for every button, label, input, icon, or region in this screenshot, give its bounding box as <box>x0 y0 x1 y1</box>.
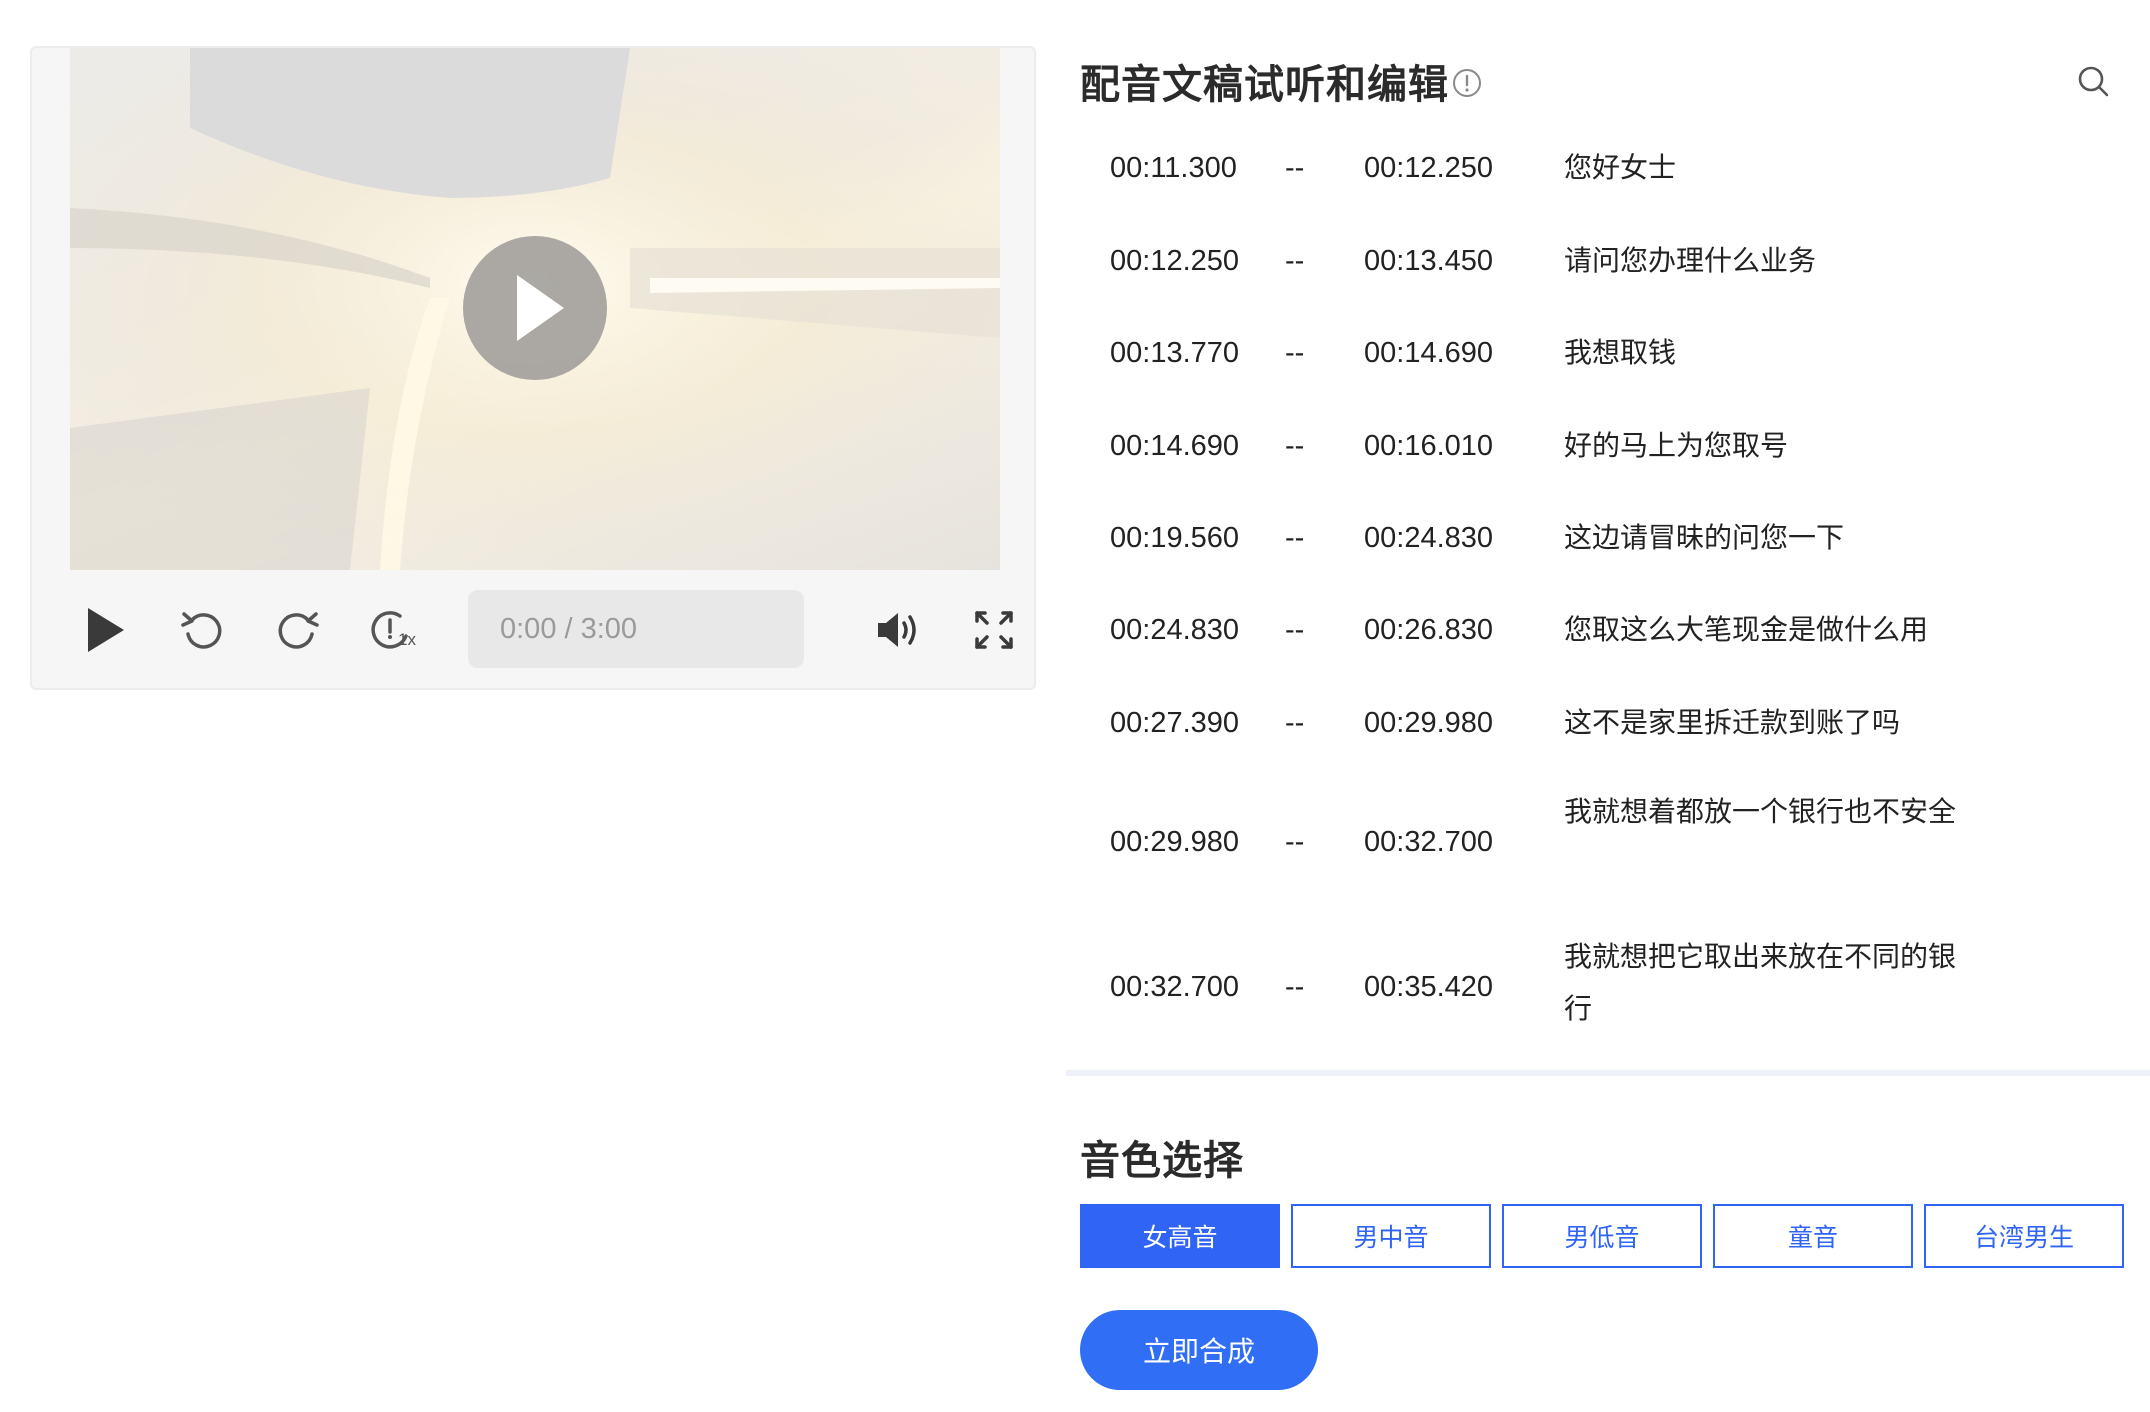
start-time: 00:12.250 <box>1110 245 1240 277</box>
time-separator: -- <box>1285 152 1305 184</box>
end-time: 00:26.830 <box>1364 614 1494 646</box>
end-time: 00:24.830 <box>1364 522 1494 554</box>
search-icon[interactable] <box>2076 64 2110 98</box>
forward-button[interactable] <box>268 600 328 660</box>
end-time: 00:13.450 <box>1364 245 1494 277</box>
info-icon[interactable] <box>1452 68 1482 98</box>
start-time: 00:11.300 <box>1110 152 1237 184</box>
end-time: 00:14.690 <box>1364 337 1494 369</box>
voice-option-child[interactable]: 童音 <box>1713 1204 1913 1268</box>
script-text[interactable]: 请问您办理什么业务 <box>1564 235 1959 287</box>
rewind-icon <box>181 612 222 649</box>
script-text[interactable]: 这不是家里拆迁款到账了吗 <box>1564 697 1959 749</box>
video-still <box>70 48 1000 570</box>
start-time: 00:19.560 <box>1110 522 1240 554</box>
volume-button[interactable] <box>868 600 928 660</box>
time-separator: -- <box>1285 522 1305 554</box>
video-frame[interactable] <box>70 48 1000 570</box>
synthesize-button[interactable]: 立即合成 <box>1080 1310 1318 1390</box>
play-button[interactable] <box>76 600 136 660</box>
script-text[interactable]: 您好女士 <box>1564 142 1959 194</box>
start-time: 00:13.770 <box>1110 337 1240 369</box>
time-separator: -- <box>1285 707 1305 739</box>
voice-option-bass[interactable]: 男低音 <box>1502 1204 1702 1268</box>
end-time: 00:35.420 <box>1364 971 1494 1003</box>
time-separator: -- <box>1285 614 1305 646</box>
voice-option-baritone[interactable]: 男中音 <box>1291 1204 1491 1268</box>
script-text[interactable]: 好的马上为您取号 <box>1564 420 1959 472</box>
time-separator: -- <box>1285 971 1305 1003</box>
speed-button[interactable]: 1x <box>366 600 426 660</box>
time-text: 0:00 / 3:00 <box>500 612 638 645</box>
script-panel-title: 配音文稿试听和编辑 <box>1080 62 1449 108</box>
forward-icon <box>278 612 319 649</box>
script-text[interactable]: 我就想着都放一个银行也不安全 <box>1564 786 1959 838</box>
end-time: 00:32.700 <box>1364 826 1494 858</box>
start-time: 00:24.830 <box>1110 614 1240 646</box>
speed-label: 1x <box>398 630 416 649</box>
time-display: 0:00 / 3:00 <box>468 590 804 668</box>
play-icon <box>88 608 124 652</box>
time-separator: -- <box>1285 826 1305 858</box>
start-time: 00:27.390 <box>1110 707 1240 739</box>
voice-option-soprano[interactable]: 女高音 <box>1080 1204 1280 1268</box>
video-player: 1x 0:00 / 3:00 <box>30 46 1036 690</box>
script-text[interactable]: 您取这么大笔现金是做什么用 <box>1564 604 1959 656</box>
time-separator: -- <box>1285 337 1305 369</box>
script-text[interactable]: 我想取钱 <box>1564 327 1959 379</box>
script-text[interactable]: 这边请冒昧的问您一下 <box>1564 512 1959 564</box>
end-time: 00:12.250 <box>1364 152 1494 184</box>
end-time: 00:16.010 <box>1364 430 1494 462</box>
voice-section-title: 音色选择 <box>1080 1138 1244 1184</box>
volume-icon <box>878 613 916 647</box>
voice-option-taiwan-male[interactable]: 台湾男生 <box>1924 1204 2124 1268</box>
start-time: 00:14.690 <box>1110 430 1240 462</box>
start-time: 00:29.980 <box>1110 826 1240 858</box>
player-controls: 1x 0:00 / 3:00 <box>32 570 1034 688</box>
rewind-button[interactable] <box>172 600 232 660</box>
start-time: 00:32.700 <box>1110 971 1240 1003</box>
fullscreen-icon <box>975 611 1013 649</box>
section-divider <box>1066 1070 2150 1076</box>
time-separator: -- <box>1285 245 1305 277</box>
end-time: 00:29.980 <box>1364 707 1494 739</box>
fullscreen-button[interactable] <box>964 600 1024 660</box>
script-text[interactable]: 我就想把它取出来放在不同的银行 <box>1564 931 1959 1035</box>
time-separator: -- <box>1285 430 1305 462</box>
